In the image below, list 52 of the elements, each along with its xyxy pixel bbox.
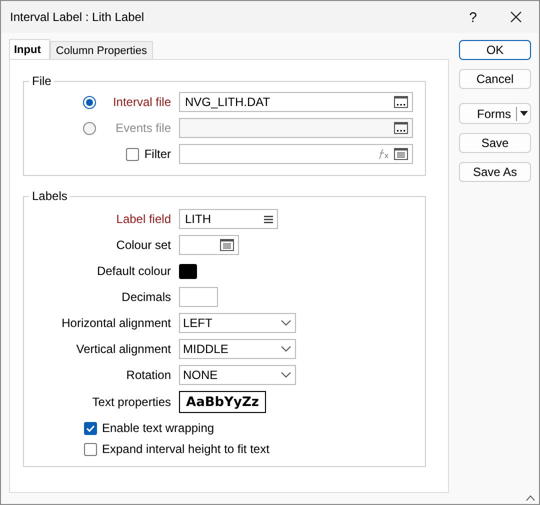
checkbox[interactable] <box>126 148 140 160</box>
tab[interactable]: Input <box>9 39 50 59</box>
field-label: Default colour <box>96 264 171 278</box>
help-button[interactable]: ? <box>453 9 493 25</box>
checkbox-label: Expand interval height to fit text <box>102 442 270 456</box>
font-sample-button[interactable]: AaBbYyZz <box>179 391 266 413</box>
button[interactable]: OK <box>459 40 531 60</box>
chevron-icon[interactable] <box>281 346 291 352</box>
field-label: Vertical alignment <box>76 342 171 356</box>
check-icon <box>86 424 95 432</box>
dropdown[interactable]: LEFT <box>179 313 296 333</box>
file-field[interactable] <box>179 144 413 164</box>
browse-icon[interactable] <box>394 122 408 134</box>
field-label: Filter <box>144 147 171 161</box>
list-icon[interactable] <box>220 239 234 251</box>
dropdown[interactable]: MIDDLE <box>179 339 296 359</box>
field-label: Events file <box>116 121 171 135</box>
file-field[interactable]: NVG_LITH.DAT <box>179 92 413 112</box>
radio-button[interactable] <box>83 96 96 108</box>
field-label: Rotation <box>126 368 171 382</box>
button[interactable]: Save As <box>459 162 531 182</box>
tab[interactable]: Column Properties <box>50 41 153 59</box>
group-title: Labels <box>31 189 68 203</box>
resize-grip-icon[interactable] <box>526 495 535 501</box>
dropdown-arrow-icon[interactable] <box>520 111 528 116</box>
checkbox[interactable] <box>84 442 97 456</box>
button[interactable]: Save <box>459 133 531 153</box>
chevron-icon[interactable] <box>281 372 291 378</box>
button[interactable]: Cancel <box>459 69 531 89</box>
window-title: Interval Label : Lith Label <box>10 10 146 24</box>
input-field[interactable]: LITH <box>179 209 278 229</box>
chevron-icon[interactable] <box>281 320 291 326</box>
input-field[interactable] <box>179 287 218 307</box>
field-label: Colour set <box>116 238 171 252</box>
color-swatch[interactable] <box>179 264 197 278</box>
input-field[interactable] <box>179 235 239 255</box>
file-field[interactable] <box>179 118 413 138</box>
field-label: Interval file <box>112 95 171 109</box>
field-value: NVG_LITH.DAT <box>185 95 272 109</box>
close-icon <box>510 11 522 23</box>
button[interactable]: Forms <box>459 103 531 124</box>
dropdown[interactable]: NONE <box>179 365 296 385</box>
menu-icon[interactable] <box>264 214 273 224</box>
checkbox-label: Enable text wrapping <box>102 421 214 435</box>
field-label: Text properties <box>92 395 171 409</box>
group-title: File <box>31 74 52 88</box>
field-label: Decimals <box>122 290 171 304</box>
field-label: Horizontal alignment <box>62 316 171 330</box>
field-label: Label field <box>116 212 171 226</box>
list-icon[interactable] <box>394 148 408 160</box>
browse-icon[interactable] <box>394 96 408 108</box>
checkbox[interactable] <box>84 422 97 434</box>
